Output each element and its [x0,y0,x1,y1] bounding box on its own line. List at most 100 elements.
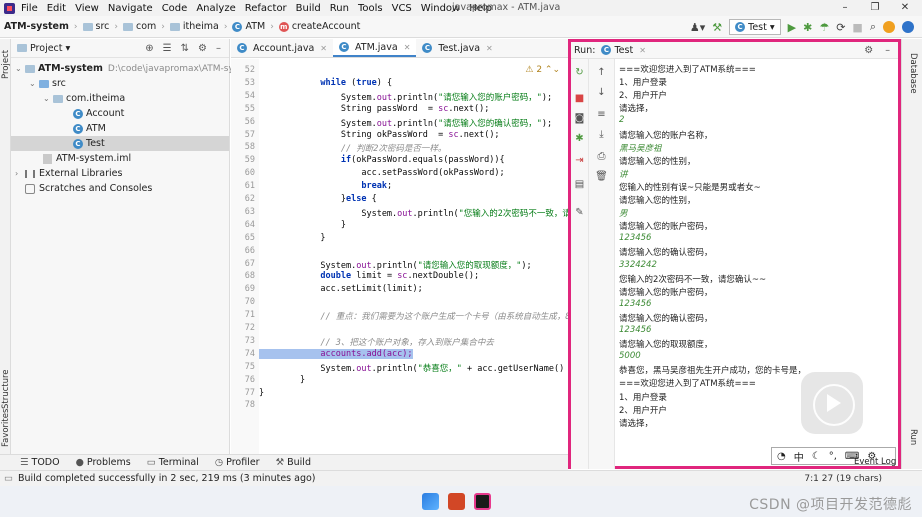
run-tab-test[interactable]: Test [614,45,633,56]
menu-item-edit[interactable]: Edit [47,3,66,14]
hide-panel-icon[interactable]: – [216,43,221,54]
breadcrumb-itheima[interactable]: itheima [169,21,219,32]
caret-position[interactable]: 7:1 27 (19 chars) [804,474,882,484]
debug-icon[interactable]: ✱ [571,133,588,144]
tree-item-package[interactable]: ⌄ com.itheima [43,91,125,106]
chevron-right-icon: › [270,21,274,32]
scratch-icon [25,183,35,194]
camera-icon[interactable]: ◙ [571,113,588,124]
favorites-tool-button[interactable]: Favorites [1,409,11,447]
code-line: // 判断2次密码是否一样。 [259,144,447,155]
breadcrumb-method[interactable]: m createAccount [278,21,360,32]
build-hammer-icon[interactable]: ⚒ [712,21,722,34]
status-toggle-icon[interactable]: ▭ [4,473,13,484]
menu-item-build[interactable]: Build [296,3,321,14]
coverage-icon[interactable]: ☂ [819,21,829,34]
close-tab-icon[interactable]: ✕ [320,44,327,53]
tree-item-test[interactable]: C Test [11,136,229,151]
structure-tool-button[interactable]: Structure [1,369,11,409]
menu-item-code[interactable]: Code [162,3,188,14]
tree-item-src[interactable]: ⌄ src [29,76,66,91]
video-play-overlay[interactable] [801,372,863,434]
project-tool-button[interactable]: Project [1,50,11,79]
trash-icon[interactable]: 🗑 [589,171,614,182]
print-icon[interactable]: ⎙ [589,151,614,162]
tree-item-account[interactable]: C Account [73,106,124,121]
profiler-tool-button[interactable]: ◷ Profiler [215,457,260,468]
tool-label: Problems [86,457,131,468]
breadcrumb-src[interactable]: src [82,21,109,32]
line-number: 52 [244,65,255,75]
close-tab-icon[interactable]: ✕ [639,46,646,55]
run-icon[interactable]: ▶ [788,21,796,34]
soft-wrap-icon[interactable]: ≡ [589,109,614,120]
tab-account-java[interactable]: C Account.java ✕ [231,39,333,57]
close-tab-icon[interactable]: ✕ [486,44,493,53]
breadcrumb-project[interactable]: ATM-system [4,21,69,32]
tab-test-java[interactable]: C Test.java ✕ [416,39,498,57]
expand-icon[interactable]: ⇅ [181,43,189,54]
menu-item-navigate[interactable]: Navigate [108,3,153,14]
menu-item-tools[interactable]: Tools [358,3,383,14]
moon-icon[interactable]: ☾ [812,451,821,462]
ime-logo-icon[interactable]: ◔ [777,451,786,462]
terminal-tool-button[interactable]: ▭ Terminal [147,457,199,468]
tree-item-root[interactable]: ⌄ ATM-system D:\code\javapromax\ATM-syst… [15,61,256,76]
todo-tool-button[interactable]: ☰ TODO [20,457,60,468]
console-output-line: 恭喜您，黑马吴彦祖先生开户成功，您的卡号是， [619,366,807,377]
tree-item-external-libraries[interactable]: › External Libraries [15,166,122,181]
database-tool-button[interactable]: Database [908,53,918,94]
jetbrains-toolbox-icon[interactable] [902,21,914,33]
locate-icon[interactable]: ⊕ [145,43,153,54]
ime-mode-label[interactable]: 中 [794,449,804,464]
run-tool-button[interactable]: Run [908,429,918,445]
settings-gear-icon[interactable]: ⚙ [864,45,873,56]
code-line: System.out.println("请您输入您的账户密码，"); [259,92,553,103]
build-tool-button[interactable]: ⚒ Build [276,457,311,468]
code-area[interactable]: while (true) { System.out.println("请您输入您… [259,59,568,454]
powerpoint-icon[interactable] [448,493,465,510]
layout-icon[interactable]: ▤ [571,179,588,190]
menu-item-file[interactable]: File [21,3,38,14]
run-configuration-select[interactable]: C Test ▾ [729,19,781,35]
module-folder-icon [25,64,35,73]
update-icon[interactable] [883,21,895,33]
rerun-icon[interactable]: ↻ [571,67,588,78]
collapse-all-icon[interactable]: ☰ [163,43,172,54]
menu-item-analyze[interactable]: Analyze [196,3,235,14]
tree-item-scratches[interactable]: Scratches and Consoles [25,181,152,196]
minimize-icon[interactable]: – [830,0,860,16]
menu-item-run[interactable]: Run [330,3,349,14]
user-icon[interactable]: ♟▾ [690,21,705,34]
windows-start-icon[interactable] [422,493,439,510]
scroll-to-end-icon[interactable]: ⤓ [589,129,614,140]
exit-icon[interactable]: ⇥ [571,155,588,166]
tab-atm-java[interactable]: C ATM.java ✕ [333,39,417,57]
profile-icon[interactable]: ⟳ [836,21,845,34]
status-message[interactable]: Build completed successfully in 2 sec, 2… [18,473,316,484]
breadcrumb-atm[interactable]: C ATM [232,21,265,32]
menu-item-refactor[interactable]: Refactor [245,3,287,14]
project-view-select[interactable]: Project [30,43,63,54]
menu-item-vcs[interactable]: VCS [392,3,412,14]
arrow-down-icon[interactable]: ↓ [589,87,614,98]
menu-item-view[interactable]: View [75,3,99,14]
settings-gear-icon[interactable]: ⚙ [198,43,207,54]
stop-icon[interactable]: ■ [852,21,862,34]
problems-tool-button[interactable]: ● Problems [76,457,131,468]
hide-panel-icon[interactable]: – [885,45,890,56]
debug-icon[interactable]: ✱ [803,21,812,34]
event-log-button[interactable]: Event Log [854,457,896,467]
search-icon[interactable]: ⌕ [870,20,876,34]
tree-item-atm[interactable]: C ATM [73,121,106,136]
close-icon[interactable]: ✕ [890,0,920,16]
maximize-icon[interactable]: ❐ [860,0,890,16]
punctuation-icon[interactable]: °, [829,451,837,462]
stop-icon[interactable]: ■ [571,93,588,104]
intellij-taskbar-icon[interactable] [474,493,491,510]
tree-item-iml[interactable]: ATM-system.iml [43,151,131,166]
close-tab-icon[interactable]: ✕ [404,43,411,52]
breadcrumb-com[interactable]: com [122,21,156,32]
arrow-up-icon[interactable]: ↑ [589,67,614,78]
pin-icon[interactable]: ✎ [571,207,588,218]
